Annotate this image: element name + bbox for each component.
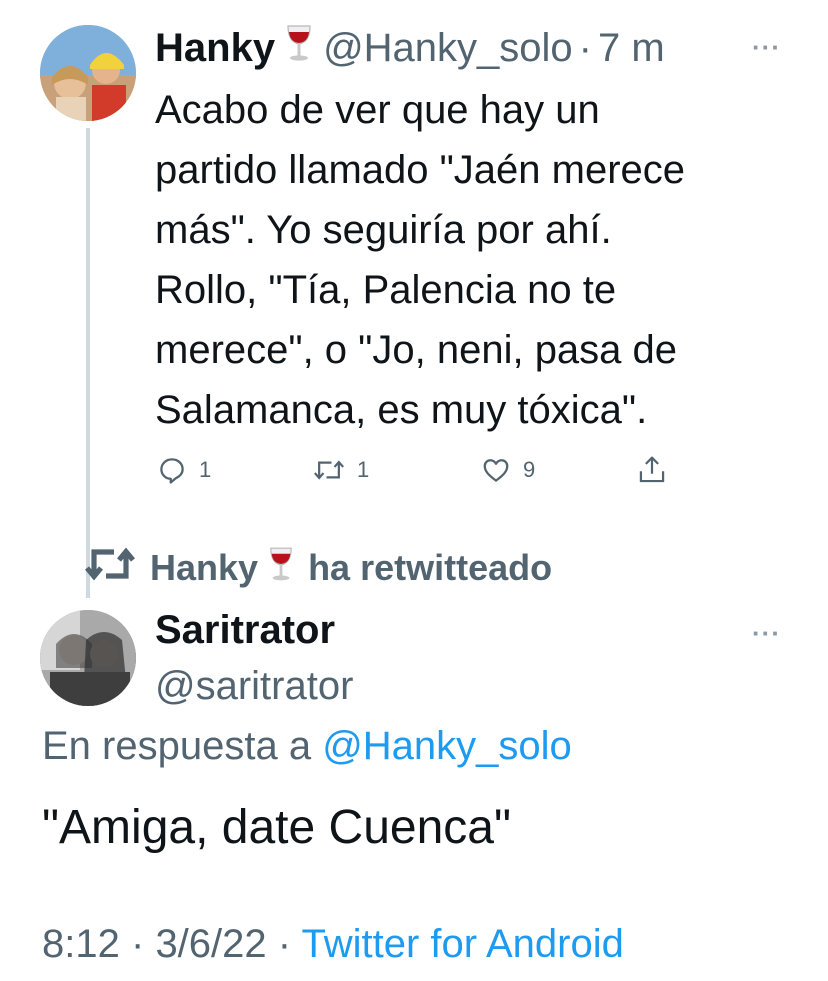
meta-dot: · <box>130 922 145 966</box>
wine-glass-icon <box>285 23 313 73</box>
more-options-icon[interactable]: ··· <box>752 618 781 649</box>
retweet-icon <box>84 544 136 593</box>
tweet-source-link[interactable]: Twitter for Android <box>302 922 624 966</box>
text-line: más". Yo seguiría por ahí. <box>155 208 612 252</box>
tweet-date[interactable]: 3/6/22 <box>155 922 266 966</box>
retweet-button[interactable]: 1 <box>313 448 369 492</box>
share-button[interactable] <box>637 448 667 492</box>
share-icon <box>639 456 665 483</box>
thread-line <box>86 128 90 598</box>
avatar-saritrator[interactable] <box>40 610 136 706</box>
reply-tweet-text: Acabo de ver que hay un partido llamado … <box>155 80 795 440</box>
avatar-hanky[interactable] <box>40 25 136 121</box>
reply-button[interactable]: 1 <box>157 448 211 492</box>
reply-count: 1 <box>199 457 212 482</box>
text-line: Acabo de ver que hay un <box>155 88 600 132</box>
reply-context: En respuesta a @Hanky_solo <box>42 724 572 769</box>
wine-glass-icon <box>268 545 294 592</box>
avatar-image <box>40 25 136 121</box>
like-button[interactable]: 9 <box>481 448 535 492</box>
retweet-label: ha retwitteado <box>308 547 553 588</box>
tweet-actions: 1 1 9 <box>155 448 715 492</box>
like-count: 9 <box>523 457 536 482</box>
author-name[interactable]: Saritrator <box>155 608 335 653</box>
author-handle[interactable]: @Hanky_solo <box>323 26 573 71</box>
reply-icon <box>160 458 184 484</box>
author-name[interactable]: Hanky <box>155 26 275 71</box>
main-tweet-text: "Amiga, date Cuenca" <box>42 801 512 854</box>
tweet-time[interactable]: 8:12 <box>42 922 120 966</box>
text-line: Rollo, "Tía, Palencia no te <box>155 268 617 312</box>
reply-tweet-header: Hanky @Hanky_solo · 7 m <box>155 20 665 76</box>
heart-icon <box>483 459 509 482</box>
tweet-meta: 8:12 · 3/6/22 · Twitter for Android <box>42 922 624 967</box>
retweet-banner[interactable]: Hanky ha retwitteado <box>84 540 552 596</box>
text-line: Salamanca, es muy tóxica". <box>155 388 648 432</box>
retweeter-name[interactable]: Hanky <box>150 547 258 589</box>
retweet-icon <box>314 460 344 480</box>
reply-prefix: En respuesta a <box>42 724 312 768</box>
separator-dot: · <box>578 25 592 70</box>
more-options-icon[interactable]: ··· <box>752 32 781 63</box>
retweet-count: 1 <box>357 457 370 482</box>
text-line: merece", o "Jo, neni, pasa de <box>155 328 678 372</box>
avatar-image <box>40 610 136 706</box>
text-line: partido llamado "Jaén merece <box>155 148 686 192</box>
meta-dot: · <box>277 922 292 966</box>
author-handle[interactable]: @saritrator <box>155 664 353 709</box>
reply-mention-link[interactable]: @Hanky_solo <box>322 724 572 768</box>
time-ago[interactable]: 7 m <box>598 26 665 71</box>
